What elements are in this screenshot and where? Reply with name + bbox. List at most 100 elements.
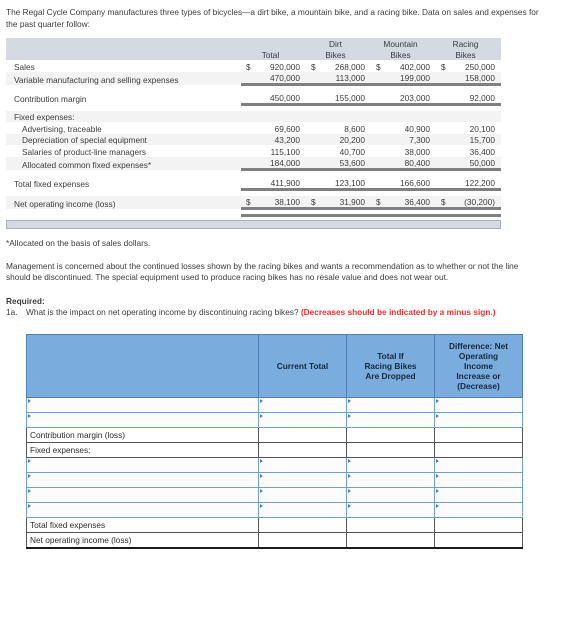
answer-label-input-1[interactable]	[26, 397, 259, 413]
answer-label-input-4[interactable]	[26, 472, 259, 488]
row-value-mountain: 40,900	[371, 122, 436, 134]
table-row-allocated-common: Allocated common fixed expenses* 184,000…	[6, 156, 501, 170]
row-value-racing: 50,000	[436, 156, 501, 170]
answer-label-input-3[interactable]	[26, 457, 259, 473]
answer-dropped-input-5[interactable]	[346, 487, 435, 503]
row-value-total: 43,200	[241, 133, 306, 145]
answer-header-blank	[26, 334, 259, 398]
row-label: Salaries of product-line managers	[6, 145, 241, 157]
header-total-line2: Total	[241, 49, 306, 60]
answer-dropped-input-6[interactable]	[346, 502, 435, 518]
answer-row-total-fixed-expenses: Total fixed expenses	[26, 517, 523, 533]
answer-difference-fixed-header	[434, 442, 523, 458]
data-header-row-1: Dirt Mountain Racing	[6, 38, 501, 49]
row-label: Allocated common fixed expenses*	[6, 156, 241, 170]
header-line: Increase or	[456, 371, 501, 381]
rule-bar	[436, 207, 501, 217]
header-spacer	[6, 38, 241, 49]
answer-row-2	[26, 412, 523, 428]
management-paragraph: Management is concerned about the contin…	[6, 260, 519, 283]
table-row-salaries: Salaries of product-line managers 115,10…	[6, 145, 501, 157]
answer-difference-input-3[interactable]	[434, 457, 523, 473]
answer-difference-contribution-margin	[434, 427, 523, 443]
row-value-dirt: 123,100	[306, 176, 371, 189]
answer-difference-input-5[interactable]	[434, 487, 523, 503]
row-value-racing: $250,000	[436, 60, 501, 72]
value-text: 402,000	[400, 61, 430, 72]
answer-row-net-operating-income: Net operating income (loss)	[26, 532, 523, 549]
answer-row-fixed-expenses-header: Fixed expenses:	[26, 442, 523, 458]
header-line: Operating	[458, 351, 499, 361]
answer-table: Current Total Total If Racing Bikes Are …	[26, 334, 523, 549]
header-line: Income	[463, 361, 494, 371]
row-value-mountain: 80,400	[371, 156, 436, 170]
table-row-sales: Sales $920,000 $268,000 $402,000 $250,00…	[6, 60, 501, 72]
header-line: (Decrease)	[457, 381, 500, 391]
row-label: Sales	[6, 60, 241, 72]
answer-current-total-input-1[interactable]	[258, 397, 347, 413]
answer-dropped-input-4[interactable]	[346, 472, 435, 488]
row-label: Total fixed expenses	[6, 176, 241, 189]
row-value-racing: 122,200	[436, 176, 501, 189]
answer-label-contribution-margin: Contribution margin (loss)	[26, 427, 259, 443]
value-text: (30,200)	[464, 197, 495, 207]
value-text: 268,000	[335, 61, 365, 72]
row-value-mountain: $402,000	[371, 60, 436, 72]
row-value-mountain: 199,000	[371, 71, 436, 85]
row-label: Advertising, traceable	[6, 122, 241, 134]
row-value-mountain: 38,000	[371, 145, 436, 157]
header-line: Racing Bikes	[364, 361, 417, 371]
row-value-total: 450,000	[241, 91, 306, 104]
required-item-1a: 1a. What is the impact on net operating i…	[6, 307, 536, 319]
answer-current-total-input-4[interactable]	[258, 472, 347, 488]
row-value-dirt: 113,000	[306, 71, 371, 85]
answer-current-total-input-3[interactable]	[258, 457, 347, 473]
answer-table-head: Current Total Total If Racing Bikes Are …	[26, 334, 523, 398]
row-label: Depreciation of special equipment	[6, 133, 241, 145]
answer-dropped-fixed-header	[346, 442, 435, 458]
row-value-mountain: 166,600	[371, 176, 436, 189]
row-label: Contribution margin	[6, 91, 241, 104]
answer-label-input-6[interactable]	[26, 502, 259, 518]
header-line: Current Total	[276, 361, 329, 371]
answer-difference-input-4[interactable]	[434, 472, 523, 488]
double-rule-bottom	[6, 207, 501, 217]
answer-current-total-input-6[interactable]	[258, 502, 347, 518]
header-dirt-line1: Dirt	[306, 38, 371, 49]
header-racing-line2: Bikes	[436, 49, 501, 60]
row-value-dirt	[306, 110, 371, 122]
answer-difference-net-operating-income	[434, 532, 523, 549]
rule-bar	[241, 207, 306, 217]
row-value-racing: 20,100	[436, 122, 501, 134]
answer-label-input-2[interactable]	[26, 412, 259, 428]
answer-dropped-total-fixed	[346, 517, 435, 533]
row-value-mountain	[371, 110, 436, 122]
answer-difference-input-6[interactable]	[434, 502, 523, 518]
header-racing-line1: Racing	[436, 38, 501, 49]
answer-dropped-contribution-margin	[346, 427, 435, 443]
answer-current-total-input-5[interactable]	[258, 487, 347, 503]
answer-current-total-input-2[interactable]	[258, 412, 347, 428]
answer-difference-input-1[interactable]	[434, 397, 523, 413]
answer-current-total-contribution-margin	[258, 427, 347, 443]
row-value-total: 411,900	[241, 176, 306, 189]
row-value-mountain: 203,000	[371, 91, 436, 104]
rule-spacer	[6, 209, 241, 216]
answer-dropped-input-1[interactable]	[346, 397, 435, 413]
data-header-row-2: Total Bikes Bikes Bikes	[6, 49, 501, 60]
row-label: Variable manufacturing and selling expen…	[6, 71, 241, 85]
answer-difference-total-fixed	[434, 517, 523, 533]
table-row-variable-expenses: Variable manufacturing and selling expen…	[6, 71, 501, 85]
row-label: Net operating income (loss)	[6, 195, 241, 209]
answer-current-total-net-operating-income	[258, 532, 347, 549]
answer-difference-input-2[interactable]	[434, 412, 523, 428]
answer-header-row: Current Total Total If Racing Bikes Are …	[26, 334, 523, 398]
answer-dropped-input-3[interactable]	[346, 457, 435, 473]
table-row-fixed-expenses-header: Fixed expenses:	[6, 110, 501, 122]
answer-label-input-5[interactable]	[26, 487, 259, 503]
row-value-mountain: 7,300	[371, 133, 436, 145]
answer-label-fixed-expenses: Fixed expenses:	[26, 442, 259, 458]
segmented-income-statement: Dirt Mountain Racing Total Bikes Bikes B…	[6, 38, 501, 217]
row-value-total: $38,100	[241, 195, 306, 209]
answer-dropped-input-2[interactable]	[346, 412, 435, 428]
